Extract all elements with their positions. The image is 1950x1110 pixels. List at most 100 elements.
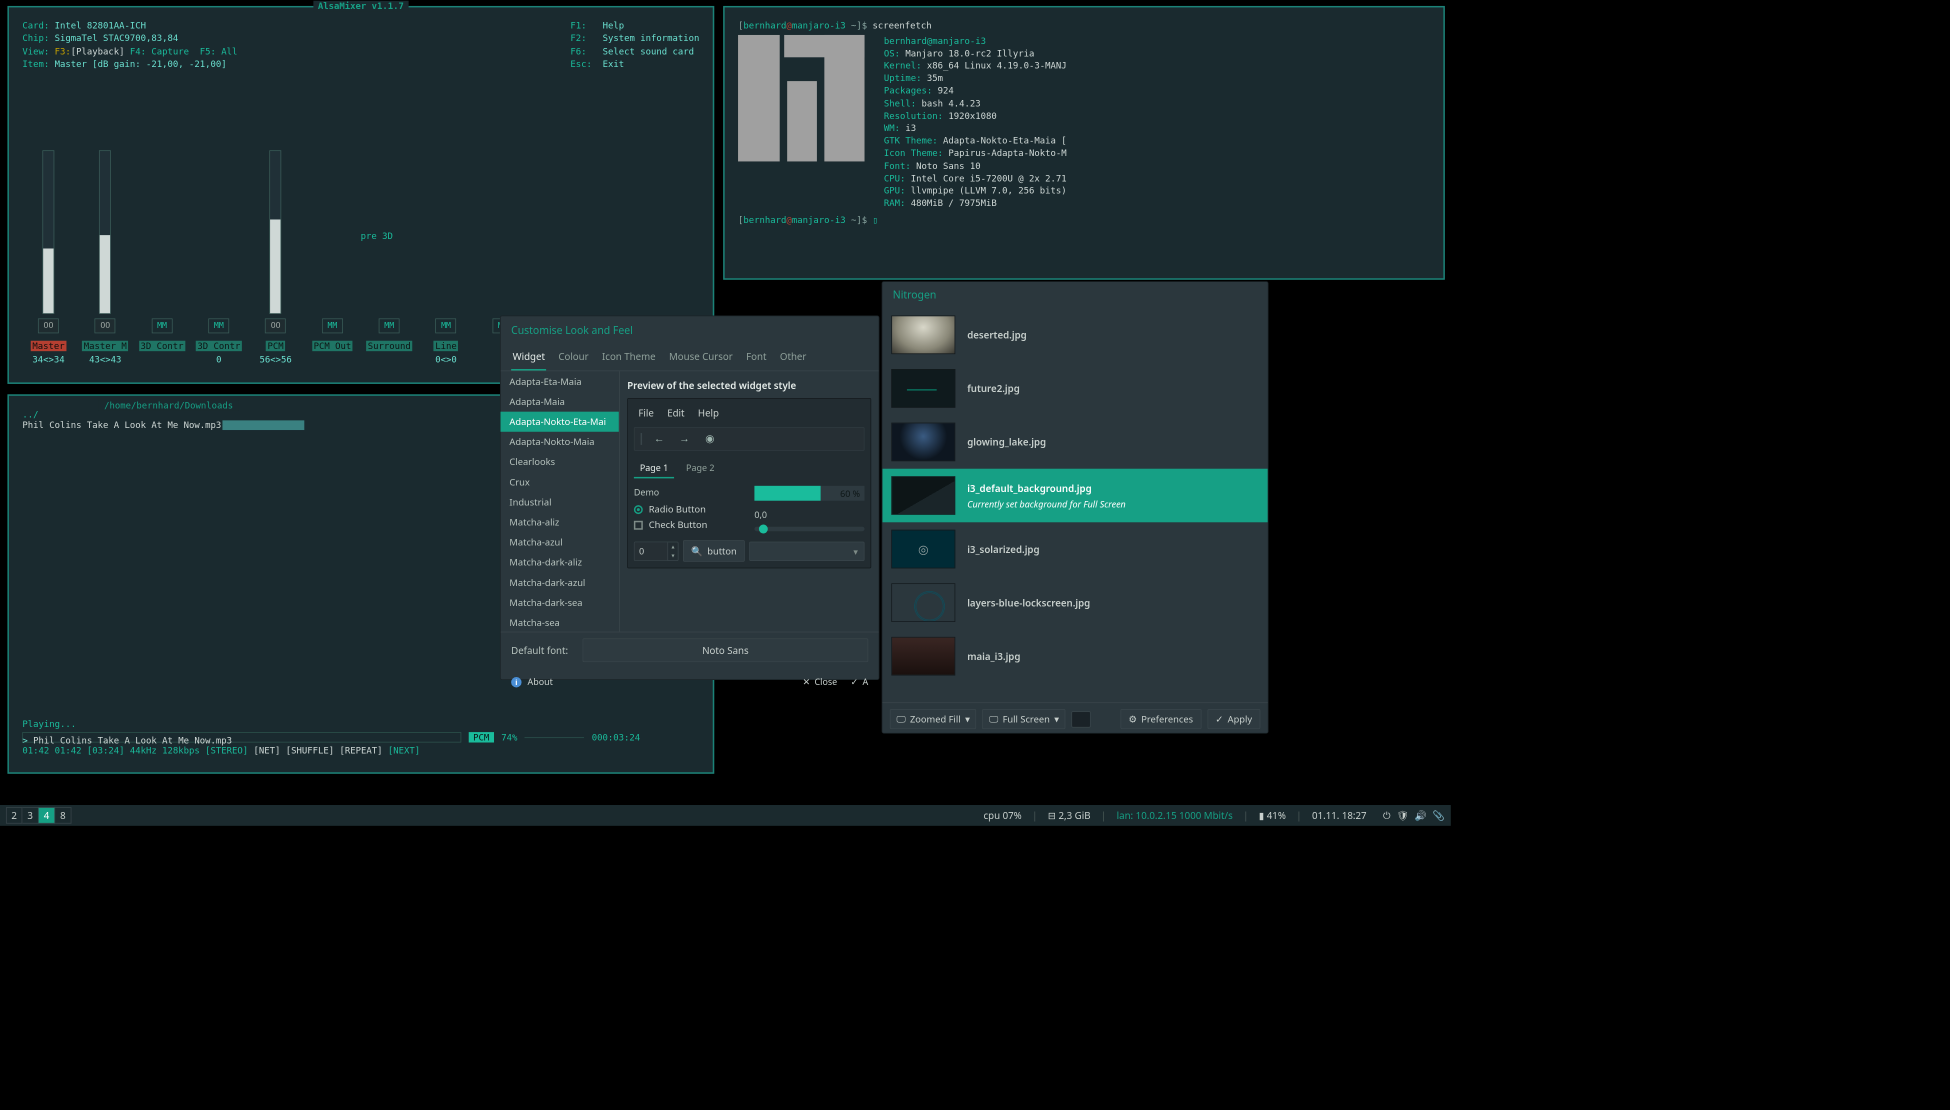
lx-close-button[interactable]: ✕Close: [803, 676, 838, 689]
nitrogen-screen-dropdown[interactable]: 🖵Full Screen▾: [982, 709, 1065, 729]
lx-tabs: Widget Colour Icon Theme Mouse Cursor Font Ot…: [501, 341, 879, 372]
wallpaper-thumbnail: [891, 637, 955, 676]
lx-theme-item[interactable]: Matcha-dark-aliz: [501, 552, 619, 572]
nitrogen-item[interactable]: i3_default_background.jpgCurrently set b…: [882, 469, 1267, 523]
channel-3D Contr[interactable]: MM3D Contr0: [194, 135, 243, 366]
moc-playing-label: Playing...: [22, 719, 76, 729]
lx-slider[interactable]: [754, 527, 864, 531]
close-icon: ✕: [803, 676, 810, 689]
nitrogen-item[interactable]: i3_solarized.jpg: [882, 522, 1267, 576]
tray-icon[interactable]: ⏻: [1383, 809, 1391, 822]
workspace-3[interactable]: 3: [22, 807, 38, 823]
channel-name: PCM: [266, 341, 285, 351]
nitrogen-item[interactable]: maia_i3.jpg: [882, 629, 1267, 683]
back-icon[interactable]: ←: [651, 431, 667, 447]
nitrogen-bgcolor[interactable]: [1072, 711, 1091, 727]
chevron-up-icon[interactable]: ▴: [668, 542, 678, 551]
lx-tab-other[interactable]: Other: [778, 345, 807, 370]
nitrogen-item[interactable]: layers-blue-lockscreen.jpg: [882, 576, 1267, 630]
lx-preview-menubar: File Edit Help: [634, 405, 865, 427]
channel-name: PCM Out: [312, 341, 353, 351]
lx-menu-file[interactable]: File: [638, 406, 653, 419]
channel-3D Contr[interactable]: MM3D Contr: [137, 135, 186, 366]
lx-tab-widget[interactable]: Widget: [511, 345, 546, 370]
lx-theme-item[interactable]: Adapta-Nokto-Eta-Mai: [501, 411, 619, 431]
lx-demo-combo[interactable]: [749, 541, 864, 560]
chevron-down-icon: ▾: [1054, 713, 1059, 726]
channel-PCM[interactable]: OOPCM56<>56: [251, 135, 300, 366]
tray-icon[interactable]: 📎: [1433, 809, 1445, 822]
wallpaper-thumbnail: [891, 583, 955, 622]
check-icon: ✓: [851, 676, 858, 689]
terminal-screenfetch[interactable]: [bernhard@manjaro-i3 ~]$ screenfetch ber…: [723, 6, 1445, 280]
lx-radio-button[interactable]: Radio Button: [634, 503, 744, 516]
lx-page-tab-1[interactable]: Page 1: [634, 458, 674, 478]
channel-Surround[interactable]: MMSurround: [365, 135, 414, 366]
nitrogen-apply-button[interactable]: ✓Apply: [1207, 709, 1260, 729]
wallpaper-thumbnail: [891, 315, 955, 354]
lx-coord-label: 0,0: [754, 508, 864, 521]
wallpaper-filename: glowing_lake.jpg: [967, 435, 1046, 448]
lx-theme-item[interactable]: Industrial: [501, 492, 619, 512]
channel-PCM Out[interactable]: MM PCM Out: [308, 135, 357, 366]
stop-icon[interactable]: ◉: [702, 431, 718, 447]
clock: 01.11. 18:27: [1312, 809, 1367, 822]
lx-theme-item[interactable]: Adapta-Eta-Maia: [501, 371, 619, 391]
lx-about-button[interactable]: iAbout: [511, 676, 553, 689]
wallpaper-filename: i3_default_background.jpg: [967, 481, 1126, 494]
lx-theme-item[interactable]: Adapta-Maia: [501, 391, 619, 411]
lx-theme-item[interactable]: Clearlooks: [501, 452, 619, 472]
lx-theme-item[interactable]: Crux: [501, 472, 619, 492]
workspace-8[interactable]: 8: [55, 807, 71, 823]
alsamixer-info-right: F1: Help F2: System information F6: Sele…: [570, 19, 699, 71]
channel-Line[interactable]: MMLine0<>0: [421, 135, 470, 366]
lx-demo-header: Demo: [634, 486, 744, 499]
lx-menu-help[interactable]: Help: [698, 406, 719, 419]
lx-demo-button[interactable]: 🔍button: [683, 540, 745, 562]
ram-status: ⊟ 2,3 GiB: [1048, 809, 1091, 822]
channel-state: MM: [322, 318, 343, 333]
lx-theme-item[interactable]: Matcha-aliz: [501, 512, 619, 532]
workspace-2[interactable]: 2: [6, 807, 22, 823]
tray-icon[interactable]: 🛡: [1397, 809, 1409, 822]
moc-status-line: > Phil Colins Take A Look At Me Now.mp30…: [22, 735, 699, 756]
lx-tab-colour[interactable]: Colour: [557, 345, 590, 370]
nitrogen-mode-dropdown[interactable]: 🖵Zoomed Fill▾: [890, 709, 977, 729]
channel-values: 0: [194, 354, 243, 364]
wallpaper-thumbnail: [891, 369, 955, 408]
wallpaper-thumbnail: [891, 530, 955, 569]
lx-preview-toolbar: ← → ◉: [634, 427, 865, 451]
nitrogen-list: deserted.jpg future2.jpg glowing_lake.jpgi…: [882, 308, 1267, 702]
workspace-4[interactable]: 4: [39, 807, 55, 823]
ram-icon: ⊟: [1048, 809, 1056, 822]
lx-theme-item[interactable]: Adapta-Nokto-Maia: [501, 432, 619, 452]
forward-icon[interactable]: →: [676, 431, 692, 447]
lx-font-button[interactable]: Noto Sans: [583, 638, 869, 662]
wallpaper-filename: deserted.jpg: [967, 328, 1026, 341]
lx-tab-font[interactable]: Font: [745, 345, 768, 370]
nitrogen-title: Nitrogen: [882, 282, 1267, 308]
chevron-down-icon[interactable]: ▾: [668, 551, 678, 560]
lx-theme-item[interactable]: Matcha-sea: [501, 612, 619, 631]
lx-apply-button[interactable]: ✓A: [851, 676, 869, 689]
nitrogen-item[interactable]: deserted.jpg: [882, 308, 1267, 362]
lx-check-button[interactable]: Check Button: [634, 519, 744, 532]
tray-icon[interactable]: 🔊: [1415, 809, 1427, 822]
lx-theme-item[interactable]: Matcha-dark-sea: [501, 592, 619, 612]
lx-preview-header: Preview of the selected widget style: [627, 379, 871, 392]
nitrogen-preferences-button[interactable]: ⚙Preferences: [1120, 709, 1201, 729]
nitrogen-item[interactable]: glowing_lake.jpg: [882, 415, 1267, 469]
nitrogen-item[interactable]: future2.jpg: [882, 362, 1267, 416]
lx-tab-mouse-cursor[interactable]: Mouse Cursor: [668, 345, 735, 370]
channel-Master[interactable]: OOMaster34<>34: [24, 135, 73, 366]
channel-state: OO: [38, 318, 59, 333]
channel-Master M[interactable]: OOMaster M43<>43: [81, 135, 130, 366]
lx-menu-edit[interactable]: Edit: [667, 406, 684, 419]
lx-theme-item[interactable]: Matcha-azul: [501, 532, 619, 552]
lx-theme-item[interactable]: Matcha-dark-azul: [501, 572, 619, 592]
wallpaper-filename: i3_solarized.jpg: [967, 542, 1039, 555]
lx-page-tab-2[interactable]: Page 2: [680, 458, 720, 478]
channel-values: 43<>43: [81, 354, 130, 364]
lx-tab-icon-theme[interactable]: Icon Theme: [601, 345, 658, 370]
lx-spinbox[interactable]: ▴▾: [634, 541, 679, 560]
